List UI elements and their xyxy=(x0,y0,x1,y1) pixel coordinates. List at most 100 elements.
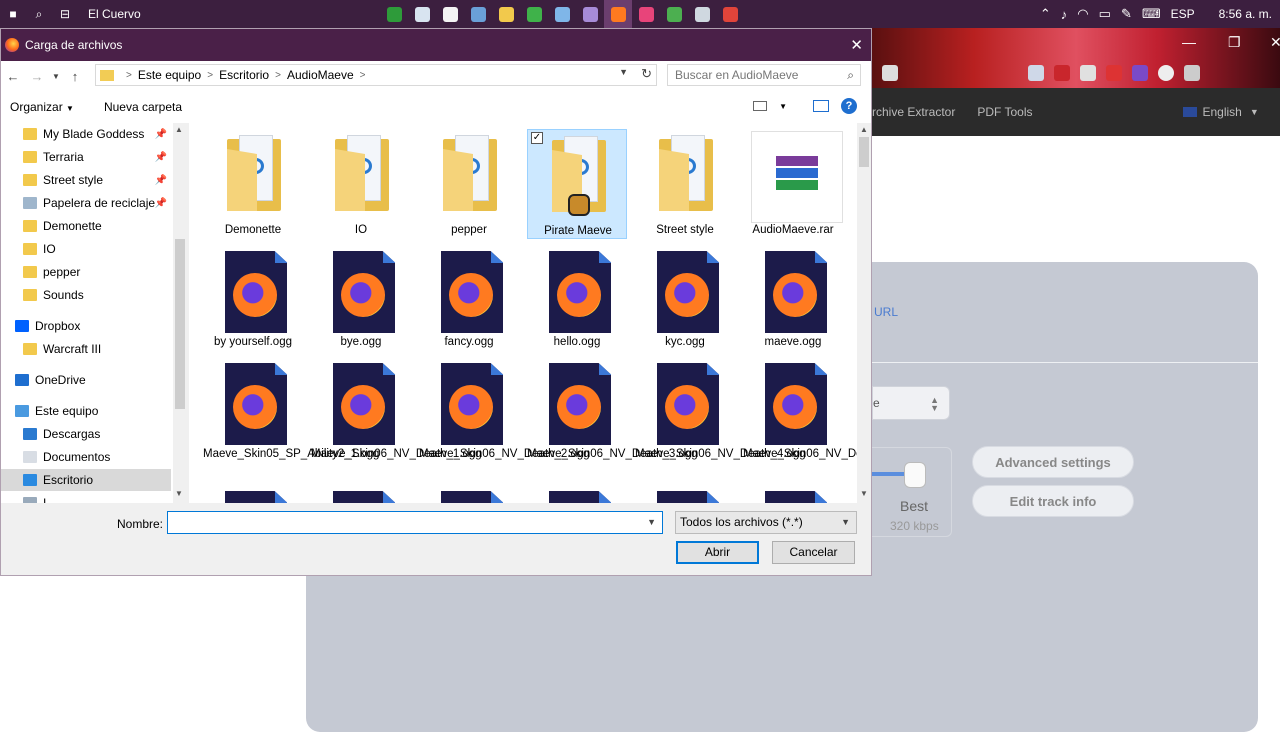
nav-item[interactable]: Descargas xyxy=(1,423,171,445)
file-item[interactable] xyxy=(743,487,843,503)
nav-item[interactable]: Papelera de reciclaje 📌 xyxy=(1,192,171,214)
nav-item[interactable]: Escritorio xyxy=(1,469,171,491)
breadcrumb-este-equipo[interactable]: Este equipo xyxy=(138,68,201,82)
file-item[interactable]: IO xyxy=(311,129,411,239)
nav-item[interactable]: Dropbox xyxy=(1,315,171,337)
nav-item[interactable]: Este equipo xyxy=(1,400,171,422)
chevron-right-icon[interactable]: > xyxy=(360,70,366,81)
file-item[interactable]: fancy.ogg xyxy=(419,247,519,365)
chevron-up-icon[interactable]: ⌃ xyxy=(1040,6,1051,22)
up-icon[interactable]: ↑ xyxy=(63,69,87,84)
download-icon[interactable] xyxy=(1028,65,1044,81)
checkbox-icon[interactable]: ✓ xyxy=(531,132,543,144)
search-icon[interactable]: ⌕ xyxy=(847,65,854,85)
filename-input[interactable]: ▼ xyxy=(167,511,663,534)
nav-item[interactable]: I... xyxy=(1,492,171,503)
task-view-icon[interactable]: ⊟ xyxy=(52,0,78,28)
pen-icon[interactable]: ✎ xyxy=(1121,6,1132,22)
nav-item[interactable]: Street style 📌 xyxy=(1,169,171,191)
star-icon[interactable] xyxy=(882,65,898,81)
edit-track-info-button[interactable]: Edit track info xyxy=(972,485,1134,517)
nav-item[interactable]: IO xyxy=(1,238,171,260)
start-icon[interactable]: ■ xyxy=(0,0,26,28)
language-indicator[interactable]: ESP xyxy=(1171,7,1195,21)
file-item[interactable]: Street style xyxy=(635,129,735,239)
close-icon[interactable]: ✕ xyxy=(1270,34,1280,51)
format-select[interactable]: e ▲ ▼ xyxy=(872,386,950,420)
file-item[interactable] xyxy=(311,487,411,503)
taskbar-app[interactable] xyxy=(632,0,660,28)
taskbar-app[interactable] xyxy=(408,0,436,28)
forward-icon[interactable]: → xyxy=(25,69,49,84)
taskbar-app[interactable] xyxy=(604,0,632,28)
scroll-up-icon[interactable]: ▲ xyxy=(860,125,868,134)
chevron-down-icon[interactable]: ▼ xyxy=(647,517,656,527)
taskbar-app[interactable] xyxy=(436,0,464,28)
file-item[interactable] xyxy=(527,487,627,503)
view-options-icon[interactable] xyxy=(753,101,768,111)
quality-slider-track[interactable] xyxy=(872,472,908,476)
file-item[interactable]: hello.ogg xyxy=(527,247,627,365)
maximize-icon[interactable]: ❐ xyxy=(1228,34,1241,51)
extension2-icon[interactable] xyxy=(1080,65,1096,81)
url-link[interactable]: URL xyxy=(874,305,898,319)
keyboard-icon[interactable]: ⌨ xyxy=(1142,6,1161,22)
nav-item[interactable]: Demonette xyxy=(1,215,171,237)
nav-item[interactable]: My Blade Goddess 📌 xyxy=(1,123,171,145)
file-item[interactable] xyxy=(635,487,735,503)
file-item[interactable]: Maeve_Skin05_SP_Ability2_1.ogg xyxy=(203,359,379,477)
taskbar-app[interactable] xyxy=(660,0,688,28)
file-item[interactable] xyxy=(203,487,303,503)
open-button[interactable]: Abrir xyxy=(676,541,759,564)
file-item[interactable] xyxy=(419,487,519,503)
file-item[interactable]: kyc.ogg xyxy=(635,247,735,365)
nav-item[interactable]: Sounds xyxy=(1,284,171,306)
chevron-right-icon[interactable]: > xyxy=(126,70,132,81)
file-item[interactable]: Maeve_Skin06_NV_Death_4.ogg xyxy=(635,359,806,477)
advanced-settings-button[interactable]: Advanced settings xyxy=(972,446,1134,478)
file-item[interactable]: maeve.ogg xyxy=(743,247,843,365)
scroll-up-icon[interactable]: ▲ xyxy=(175,125,183,134)
chevron-down-icon[interactable]: ▼ xyxy=(779,102,787,111)
chevron-down-icon[interactable]: ▼ xyxy=(619,67,628,77)
back-icon[interactable]: ← xyxy=(1,69,25,84)
refresh-icon[interactable]: ↻ xyxy=(641,66,652,82)
chevron-right-icon[interactable]: > xyxy=(207,70,213,81)
chevron-right-icon[interactable]: > xyxy=(275,70,281,81)
battery-icon[interactable]: ▭ xyxy=(1099,6,1111,22)
quality-slider-handle[interactable] xyxy=(904,462,926,488)
minimize-icon[interactable]: — xyxy=(1182,34,1196,50)
scroll-thumb[interactable] xyxy=(175,239,185,409)
nav-item[interactable]: pepper xyxy=(1,261,171,283)
search-icon[interactable]: ⌕ xyxy=(26,0,52,28)
cancel-button[interactable]: Cancelar xyxy=(772,541,855,564)
nav-archive-extractor[interactable]: rchive Extractor xyxy=(872,105,955,119)
scroll-thumb[interactable] xyxy=(859,137,869,167)
clock[interactable]: 8:56 a. m. xyxy=(1219,7,1272,21)
new-folder-button[interactable]: Nueva carpeta xyxy=(104,100,182,114)
file-item[interactable]: bye.ogg xyxy=(311,247,411,365)
breadcrumb-audiomaeve[interactable]: AudioMaeve xyxy=(287,68,354,82)
taskbar-app[interactable] xyxy=(716,0,744,28)
breadcrumb[interactable]: > Este equipo > Escritorio > AudioMaeve … xyxy=(95,64,657,86)
taskbar-app[interactable] xyxy=(492,0,520,28)
language-selector[interactable]: English xyxy=(1203,105,1242,119)
file-item[interactable]: ✓ Pirate Maeve xyxy=(527,129,627,239)
file-type-select[interactable]: Todos los archivos (*.*) ▼ xyxy=(675,511,857,534)
breadcrumb-escritorio[interactable]: Escritorio xyxy=(219,68,269,82)
organize-button[interactable]: Organizar ▼ xyxy=(10,100,74,114)
file-list-scrollbar[interactable]: ▲ ▼ xyxy=(857,123,871,503)
file-item[interactable]: Maeve_Skin06_NV_Death_3.ogg xyxy=(527,359,698,477)
recent-locations-icon[interactable]: ▼ xyxy=(49,72,63,81)
close-icon[interactable]: ✕ xyxy=(850,36,863,54)
account-icon[interactable] xyxy=(1158,65,1174,81)
volume-icon[interactable]: ♪ xyxy=(1061,7,1068,22)
file-item[interactable]: Demonette xyxy=(203,129,303,239)
file-item[interactable]: Maeve_Skin06_NV_Death_2.ogg xyxy=(419,359,590,477)
nav-pdf-tools[interactable]: PDF Tools xyxy=(977,105,1032,119)
preview-pane-icon[interactable] xyxy=(813,100,829,112)
taskbar-app[interactable] xyxy=(548,0,576,28)
taskbar-app[interactable] xyxy=(576,0,604,28)
file-item[interactable]: by yourself.ogg xyxy=(203,247,303,365)
taskbar-app[interactable] xyxy=(464,0,492,28)
